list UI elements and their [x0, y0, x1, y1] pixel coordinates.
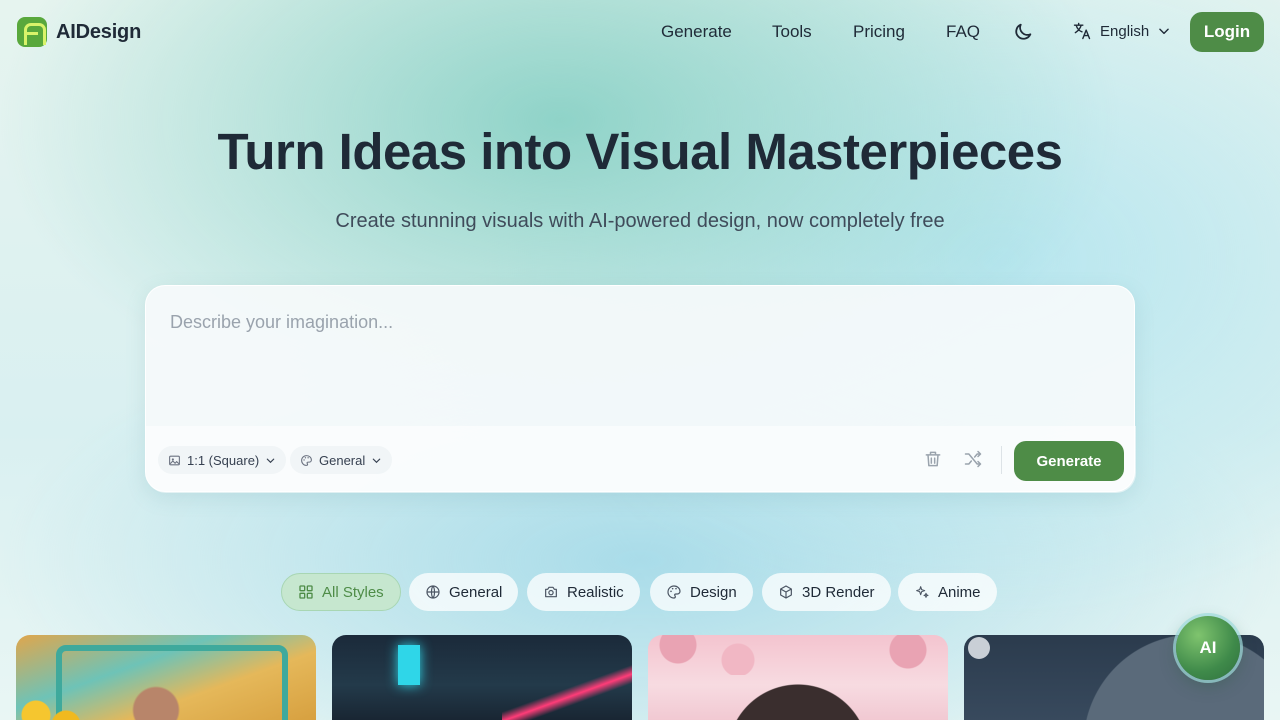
top-header: AIDesign Generate Tools Pricing FAQ Engl… [0, 0, 1280, 64]
hero-title: Turn Ideas into Visual Masterpieces [217, 123, 1063, 180]
aspect-ratio-select[interactable]: 1:1 (Square) [158, 446, 287, 474]
palette-icon [667, 585, 681, 599]
tab-design[interactable]: Design [650, 573, 753, 611]
logo[interactable]: AIDesign [17, 17, 141, 47]
tab-realistic[interactable]: Realistic [527, 573, 640, 611]
toolbar-divider [1001, 446, 1002, 474]
language-label: English [1100, 22, 1150, 40]
palette-icon [301, 454, 312, 466]
chevron-down-icon [372, 458, 381, 463]
style-value: General [319, 452, 366, 468]
tab-3d-render[interactable]: 3D Render [762, 573, 891, 611]
nav-faq[interactable]: FAQ [946, 22, 980, 42]
tab-label: Anime [938, 583, 981, 601]
aspect-ratio-value: 1:1 (Square) [187, 452, 260, 468]
gallery-image[interactable] [16, 635, 316, 720]
image-icon [169, 455, 180, 465]
moon-icon[interactable] [1012, 20, 1034, 44]
prompt-card: Describe your imagination... 1:1 (Square… [145, 285, 1136, 493]
prompt-input[interactable]: Describe your imagination... [170, 312, 1110, 412]
nav-generate[interactable]: Generate [661, 22, 732, 42]
gallery-image[interactable] [648, 635, 948, 720]
tab-label: Design [690, 583, 737, 601]
nav-tools[interactable]: Tools [772, 22, 812, 42]
grid-icon [299, 585, 313, 599]
logo-icon [17, 17, 47, 47]
shuffle-icon[interactable] [963, 449, 983, 469]
translate-icon [1073, 22, 1091, 40]
tab-anime[interactable]: Anime [898, 573, 997, 611]
tab-general[interactable]: General [409, 573, 519, 611]
chevron-down-icon [1159, 28, 1169, 35]
sparkles-icon [916, 586, 929, 598]
camera-icon [545, 586, 557, 598]
tab-label: 3D Render [802, 583, 875, 601]
nav-pricing[interactable]: Pricing [853, 22, 905, 42]
trash-icon[interactable] [923, 449, 943, 469]
brand-name: AIDesign [56, 20, 142, 43]
hero-subtitle: Create stunning visuals with AI-powered … [335, 210, 945, 232]
prompt-toolbar: 1:1 (Square) General [146, 426, 1136, 493]
style-select[interactable]: General [290, 446, 393, 474]
generate-button[interactable]: Generate [1014, 441, 1124, 481]
language-selector[interactable]: English [1072, 21, 1171, 41]
tab-label: All Styles [322, 583, 384, 601]
chevron-down-icon [266, 458, 275, 463]
globe-icon [426, 585, 440, 599]
tab-label: General [449, 583, 503, 601]
tab-all-styles[interactable]: All Styles [281, 573, 401, 611]
tab-label: Realistic [567, 583, 624, 601]
ai-assistant-button[interactable]: AI [1176, 616, 1240, 680]
gallery-image[interactable] [332, 635, 632, 720]
login-button[interactable]: Login [1190, 12, 1264, 52]
cube-icon [780, 585, 792, 599]
